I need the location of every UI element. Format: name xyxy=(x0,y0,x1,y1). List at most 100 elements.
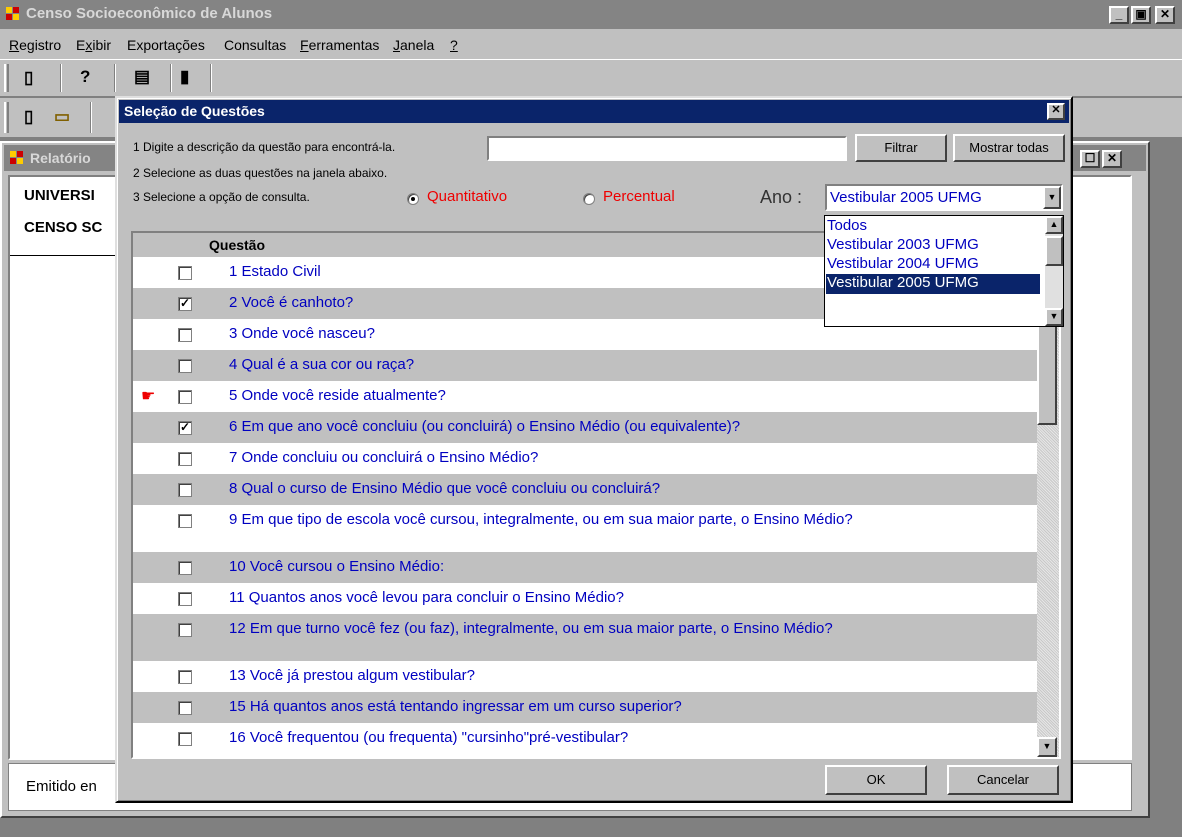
ok-button[interactable]: OK xyxy=(825,765,927,795)
question-row[interactable]: 10 Você cursou o Ensino Médio: xyxy=(133,552,1039,583)
question-row[interactable]: ☛ 5 Onde você reside atualmente? xyxy=(133,381,1039,412)
menu-bar: Registro Exibir Exportações Consultas Fe… xyxy=(0,29,1182,59)
show-all-button[interactable]: Mostrar todas xyxy=(953,134,1065,162)
question-checkbox[interactable] xyxy=(178,561,192,575)
question-text[interactable]: 7 Onde concluiu ou concluirá o Ensino Mé… xyxy=(229,449,989,467)
dropdown-scrollbar[interactable]: ▲ ▼ xyxy=(1045,216,1063,326)
menu-exportacoes[interactable]: Exportações xyxy=(127,37,205,53)
ano-dropdown-list: Todos Vestibular 2003 UFMG Vestibular 2004… xyxy=(824,215,1064,327)
dropdown-scroll-up-icon[interactable]: ▲ xyxy=(1045,216,1063,234)
question-row[interactable]: 13 Você já prestou algum vestibular? xyxy=(133,661,1039,692)
question-text[interactable]: 11 Quantos anos você levou para concluir… xyxy=(229,589,989,607)
question-row[interactable]: 8 Qual o curso de Ensino Médio que você … xyxy=(133,474,1039,505)
dialog-close-button[interactable]: ✕ xyxy=(1047,103,1065,120)
chevron-down-icon[interactable]: ▼ xyxy=(1043,186,1061,209)
filter-button[interactable]: Filtrar xyxy=(855,134,947,162)
question-text[interactable]: 6 Em que ano você concluiu (ou concluirá… xyxy=(229,418,989,436)
report-line-2: CENSO SC xyxy=(24,219,103,236)
report-title: Relatório xyxy=(30,150,91,166)
scroll-down-icon[interactable]: ▼ xyxy=(1037,737,1057,757)
dropdown-scroll-down-icon[interactable]: ▼ xyxy=(1045,308,1063,326)
question-text[interactable]: 4 Qual é a sua cor ou raça? xyxy=(229,356,989,374)
report-divider xyxy=(10,255,120,256)
question-text[interactable]: 13 Você já prestou algum vestibular? xyxy=(229,667,989,685)
question-row[interactable]: 11 Quantos anos você levou para concluir… xyxy=(133,583,1039,614)
toolbar-grip[interactable] xyxy=(4,102,9,133)
help-icon[interactable]: ? xyxy=(80,67,90,87)
ano-option[interactable]: Vestibular 2005 UFMG xyxy=(826,274,1040,294)
question-checkbox[interactable] xyxy=(178,328,192,342)
question-text[interactable]: 15 Há quantos anos está tentando ingress… xyxy=(229,698,989,716)
question-checkbox[interactable]: ✓ xyxy=(178,421,192,435)
print-icon[interactable]: ▤ xyxy=(134,67,150,87)
close-button[interactable]: ✕ xyxy=(1155,6,1175,24)
app-title-bar: Censo Socioeconômico de Alunos _ ▣ ✕ xyxy=(0,0,1182,29)
report-close-button[interactable]: ✕ xyxy=(1102,150,1122,168)
quantitativo-radio[interactable] xyxy=(407,193,419,205)
question-checkbox[interactable]: ✓ xyxy=(178,297,192,311)
open-folder-icon[interactable]: ▭ xyxy=(54,107,70,127)
question-row[interactable]: ✓ 6 Em que ano você concluiu (ou concluir… xyxy=(133,412,1039,443)
report-maximize-button[interactable]: ☐ xyxy=(1080,150,1100,168)
menu-registro[interactable]: Registro xyxy=(9,37,61,53)
filter-input[interactable] xyxy=(487,136,847,161)
question-checkbox[interactable] xyxy=(178,483,192,497)
menu-exibir[interactable]: Exibir xyxy=(76,37,111,53)
question-row[interactable]: 16 Você frequentou (ou frequenta) "cursi… xyxy=(133,723,1039,754)
ano-option[interactable]: Vestibular 2003 UFMG xyxy=(826,236,1040,256)
step2-label: 2 Selecione as duas questões na janela a… xyxy=(133,166,388,180)
question-row[interactable]: 15 Há quantos anos está tentando ingress… xyxy=(133,692,1039,723)
question-checkbox[interactable] xyxy=(178,514,192,528)
minimize-button[interactable]: _ xyxy=(1109,6,1129,24)
question-selection-dialog: Seleção de Questões ✕ 1 Digite a descriç… xyxy=(115,96,1073,803)
ano-option[interactable]: Vestibular 2004 UFMG xyxy=(826,255,1040,275)
step1-label: 1 Digite a descrição da questão para enc… xyxy=(133,140,396,154)
question-checkbox[interactable] xyxy=(178,452,192,466)
ano-selected-value: Vestibular 2005 UFMG xyxy=(830,189,982,206)
new-document-icon[interactable]: ▯ xyxy=(24,107,33,127)
menu-ferramentas[interactable]: Ferramentas xyxy=(300,37,379,53)
new-document-icon[interactable]: ▯ xyxy=(24,68,33,88)
toolbar-separator xyxy=(60,64,62,92)
menu-help[interactable]: ? xyxy=(450,37,458,53)
question-text[interactable]: 3 Onde você nasceu? xyxy=(229,325,989,343)
percentual-radio[interactable] xyxy=(583,193,595,205)
question-row[interactable]: 7 Onde concluiu ou concluirá o Ensino Mé… xyxy=(133,443,1039,474)
dropdown-scroll-thumb[interactable] xyxy=(1045,236,1063,266)
question-row[interactable]: 9 Em que tipo de escola você cursou, int… xyxy=(133,505,1039,552)
app-title: Censo Socioeconômico de Alunos xyxy=(26,5,273,22)
question-checkbox[interactable] xyxy=(178,592,192,606)
dialog-title-bar: Seleção de Questões ✕ xyxy=(119,100,1069,123)
maximize-button[interactable]: ▣ xyxy=(1131,6,1151,24)
question-text[interactable]: 10 Você cursou o Ensino Médio: xyxy=(229,558,989,576)
grid-header-questao: Questão xyxy=(209,237,266,253)
question-checkbox[interactable] xyxy=(178,359,192,373)
question-checkbox[interactable] xyxy=(178,266,192,280)
question-row[interactable]: 4 Qual é a sua cor ou raça? xyxy=(133,350,1039,381)
question-text[interactable]: 9 Em que tipo de escola você cursou, int… xyxy=(229,511,989,529)
ano-option[interactable]: Todos xyxy=(826,217,1040,237)
question-checkbox[interactable] xyxy=(178,670,192,684)
toolbar-grip[interactable] xyxy=(4,64,9,92)
cancel-button[interactable]: Cancelar xyxy=(947,765,1059,795)
menu-consultas[interactable]: Consultas xyxy=(224,37,286,53)
question-checkbox[interactable] xyxy=(178,390,192,404)
question-row[interactable]: 12 Em que turno você fez (ou faz), integ… xyxy=(133,614,1039,661)
ano-label: Ano : xyxy=(760,187,803,207)
toolbar-separator xyxy=(114,64,116,92)
dialog-title: Seleção de Questões xyxy=(124,103,265,119)
question-checkbox[interactable] xyxy=(178,701,192,715)
quantitativo-label[interactable]: Quantitativo xyxy=(427,188,507,205)
question-text[interactable]: 16 Você frequentou (ou frequenta) "cursi… xyxy=(229,729,989,747)
question-text[interactable]: 12 Em que turno você fez (ou faz), integ… xyxy=(229,620,989,638)
ano-combobox[interactable]: Vestibular 2005 UFMG ▼ xyxy=(825,184,1063,211)
question-text[interactable]: 8 Qual o curso de Ensino Médio que você … xyxy=(229,480,989,498)
report-window-icon xyxy=(10,151,26,165)
question-text[interactable]: 5 Onde você reside atualmente? xyxy=(229,387,989,405)
question-checkbox[interactable] xyxy=(178,732,192,746)
exit-door-icon[interactable]: ▮ xyxy=(180,67,189,87)
question-checkbox[interactable] xyxy=(178,623,192,637)
step3-label: 3 Selecione a opção de consulta. xyxy=(133,190,310,204)
percentual-label[interactable]: Percentual xyxy=(603,188,675,205)
menu-janela[interactable]: Janela xyxy=(393,37,434,53)
